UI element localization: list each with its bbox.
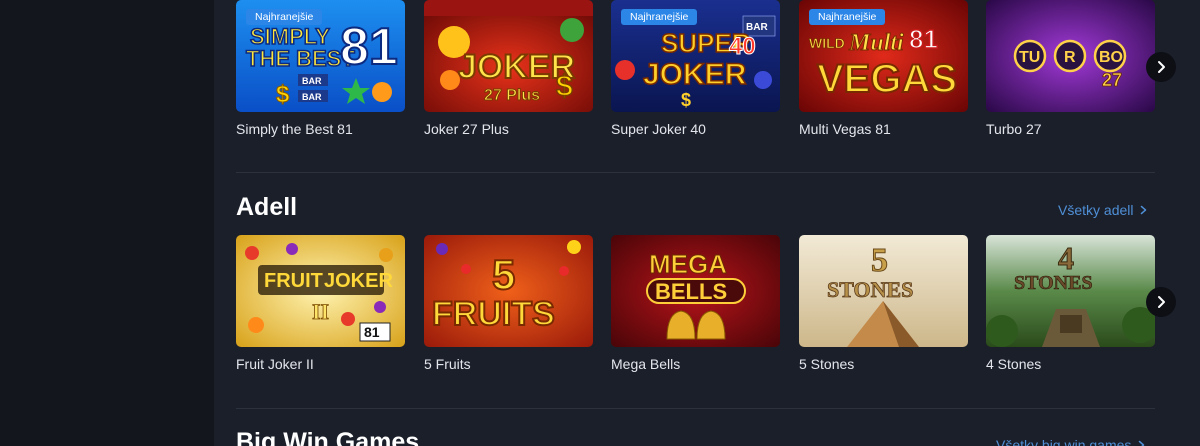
art-text: BAR xyxy=(302,76,322,86)
game-tile-turbo-27[interactable]: TU R BO 27 Turbo 27 xyxy=(986,0,1155,137)
see-all-adell-link[interactable]: Všetky adell xyxy=(1058,202,1148,218)
top-games-row: SIMPLY THE BEST 81 BAR BAR $ Najhranejši… xyxy=(236,0,1196,140)
game-tile-fruit-joker-ii[interactable]: FRUIT JOKER II 81 Fruit Joker II xyxy=(236,235,405,372)
see-all-label[interactable]: Všetky adell xyxy=(1058,202,1133,218)
game-title[interactable]: Joker 27 Plus xyxy=(424,121,593,137)
game-thumbnail[interactable]: 5 FRUITS xyxy=(424,235,593,347)
game-title[interactable]: Fruit Joker II xyxy=(236,356,405,372)
art-text: WILD xyxy=(809,35,845,51)
art-text: 4 xyxy=(1058,240,1074,276)
most-played-badge: Najhranejšie xyxy=(621,9,698,25)
svg-text:$: $ xyxy=(556,70,573,103)
game-title[interactable]: Simply the Best 81 xyxy=(236,121,405,137)
art-text: 5 xyxy=(492,251,515,298)
art-text: JOKER xyxy=(324,270,393,292)
game-title[interactable]: Turbo 27 xyxy=(986,121,1155,137)
chevron-right-icon xyxy=(1139,440,1145,446)
game-thumbnail[interactable]: 5 STONES xyxy=(799,235,968,347)
game-title[interactable]: 4 Stones xyxy=(986,356,1155,372)
art-number: 81 xyxy=(909,24,938,54)
art-text: BELLS xyxy=(655,279,727,304)
art-text: II xyxy=(312,299,329,324)
chevron-right-icon xyxy=(1158,61,1165,73)
game-tile-5-stones[interactable]: 5 STONES 5 Stones xyxy=(799,235,968,372)
art-text: THE BEST xyxy=(246,46,355,71)
art-number: 81 xyxy=(340,18,398,76)
game-title[interactable]: Super Joker 40 xyxy=(611,121,780,137)
game-tile-super-joker-40[interactable]: BAR SUPER 40 JOKER $ Najhranejšie Super … xyxy=(611,0,780,137)
section-divider xyxy=(236,172,1155,173)
art-text: BAR xyxy=(302,92,322,102)
chevron-right-icon xyxy=(1141,205,1147,215)
art-text: 27 Plus xyxy=(484,87,540,104)
game-tile-joker-27-plus[interactable]: JOKER 27 Plus $ Joker 27 Plus xyxy=(424,0,593,137)
art-number: 40 xyxy=(729,33,756,60)
art-number: 81 xyxy=(364,324,380,340)
game-thumbnail[interactable]: 4 STONES xyxy=(986,235,1155,347)
game-thumbnail[interactable]: TU R BO 27 xyxy=(986,0,1155,112)
game-tile-multi-vegas-81[interactable]: WILD Multi 81 VEGAS Najhranejšie Multi V… xyxy=(799,0,968,137)
art-text: STONES xyxy=(827,277,913,302)
svg-text:$: $ xyxy=(681,90,691,110)
left-sidebar xyxy=(0,0,214,446)
art-text: BO xyxy=(1099,49,1123,66)
see-all-label[interactable]: Všetky big win games xyxy=(996,437,1131,446)
game-thumbnail[interactable]: JOKER 27 Plus $ xyxy=(424,0,593,112)
chevron-right-icon xyxy=(1158,296,1165,308)
adell-row-next-button[interactable] xyxy=(1146,287,1176,317)
game-title[interactable]: 5 Fruits xyxy=(424,356,593,372)
game-thumbnail[interactable]: WILD Multi 81 VEGAS Najhranejšie xyxy=(799,0,968,112)
most-played-badge: Najhranejšie xyxy=(809,9,886,25)
section-divider xyxy=(236,408,1155,409)
game-title[interactable]: Mega Bells xyxy=(611,356,780,372)
art-text: FRUIT xyxy=(264,270,323,292)
see-all-big-win-games-link[interactable]: Všetky big win games xyxy=(996,437,1146,446)
adell-games-row: FRUIT JOKER II 81 Fruit Joker II 5 FRUIT… xyxy=(236,235,1196,375)
game-tile-5-fruits[interactable]: 5 FRUITS 5 Fruits xyxy=(424,235,593,372)
art-text: FRUITS xyxy=(432,295,555,333)
game-tile-4-stones[interactable]: 4 STONES 4 Stones xyxy=(986,235,1155,372)
section-title-big-win-games: Big Win Games xyxy=(236,428,420,446)
art-text: TU xyxy=(1019,49,1040,66)
art-text: JOKER xyxy=(643,58,747,91)
section-title-adell: Adell xyxy=(236,193,298,221)
game-thumbnail[interactable]: FRUIT JOKER II 81 xyxy=(236,235,405,347)
art-text: STONES xyxy=(1014,272,1093,294)
most-played-badge: Najhranejšie xyxy=(246,9,323,25)
svg-text:$: $ xyxy=(276,81,290,108)
game-thumbnail[interactable]: BAR SUPER 40 JOKER $ Najhranejšie xyxy=(611,0,780,112)
art-text: Multi xyxy=(848,30,904,56)
game-tile-mega-bells[interactable]: MEGA BELLS Mega Bells xyxy=(611,235,780,372)
main-content: SIMPLY THE BEST 81 BAR BAR $ Najhranejši… xyxy=(214,0,1200,446)
art-text: MEGA xyxy=(649,249,727,279)
top-row-next-button[interactable] xyxy=(1146,52,1176,82)
game-tile-simply-the-best-81[interactable]: SIMPLY THE BEST 81 BAR BAR $ Najhranejši… xyxy=(236,0,405,137)
art-text: R xyxy=(1064,49,1076,66)
art-number: 27 xyxy=(1102,70,1122,90)
art-text: VEGAS xyxy=(817,57,957,101)
game-title[interactable]: Multi Vegas 81 xyxy=(799,121,968,137)
game-thumbnail[interactable]: SIMPLY THE BEST 81 BAR BAR $ Najhranejši… xyxy=(236,0,405,112)
art-text: 5 xyxy=(871,242,888,279)
game-title[interactable]: 5 Stones xyxy=(799,356,968,372)
game-thumbnail[interactable]: MEGA BELLS xyxy=(611,235,780,347)
